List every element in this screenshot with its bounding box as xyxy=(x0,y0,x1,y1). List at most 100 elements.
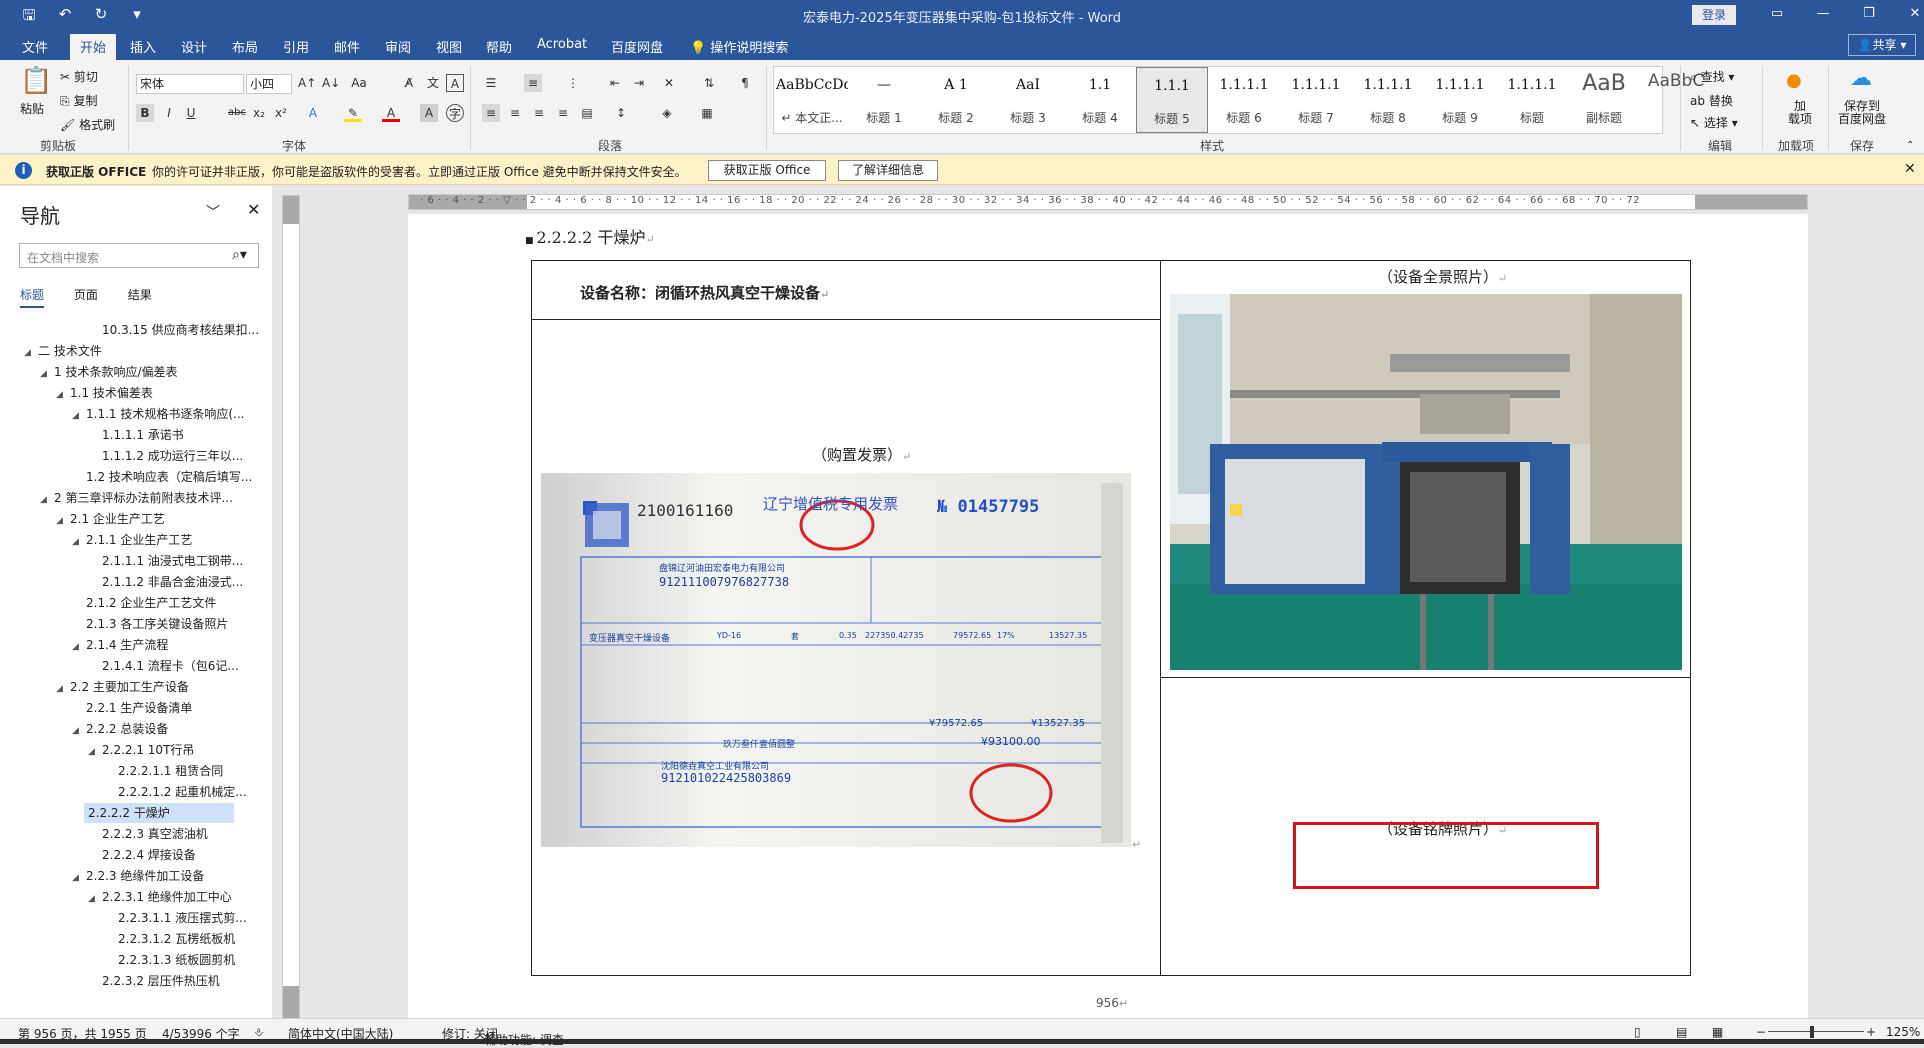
paste-button[interactable]: 粘贴 xyxy=(20,100,44,117)
style-4[interactable]: AaI 标题 3 xyxy=(992,67,1064,133)
numbering-icon[interactable]: ≡ xyxy=(524,74,542,92)
ribbon-display-icon[interactable]: ▭ xyxy=(1754,3,1800,25)
underline-icon[interactable]: U xyxy=(182,104,200,122)
nav-heading-item[interactable]: 2.2.3.1.1 液压摆式剪... xyxy=(0,908,260,928)
distributed-icon[interactable]: ▤ xyxy=(578,104,596,122)
phonetic-icon[interactable]: 文 xyxy=(424,74,442,92)
nav-heading-item[interactable]: ◢ 1 技术条款响应/偏差表 xyxy=(0,362,260,382)
nav-heading-item[interactable]: ◢ 2.2.3.1 绝缘件加工中心 xyxy=(0,887,260,907)
nav-heading-item[interactable]: 1.2 技术响应表（定稿后填写... xyxy=(0,467,260,487)
nav-heading-item[interactable]: 2.2.3.2 层压件热压机 xyxy=(0,971,260,991)
expand-arrow-icon[interactable]: ◢ xyxy=(72,868,86,886)
nav-options-icon[interactable]: ﹀ xyxy=(206,202,220,222)
tab-insert[interactable]: 插入 xyxy=(130,37,156,56)
tab-mailings[interactable]: 邮件 xyxy=(334,37,360,56)
nav-heading-item[interactable]: 2.1.2 企业生产工艺文件 xyxy=(0,593,260,613)
addins-button[interactable]: 加 载项 xyxy=(1788,100,1812,126)
zoom-thumb[interactable] xyxy=(1810,1026,1814,1038)
get-office-button[interactable]: 获取正版 Office xyxy=(708,160,826,181)
style-3[interactable]: A 1 标题 2 xyxy=(920,67,992,133)
align-center-icon[interactable]: ≡ xyxy=(506,104,524,122)
select-button[interactable]: ↖ 选择 ▾ xyxy=(1690,114,1738,131)
nav-heading-item[interactable]: 2.1.3 各工序关键设备照片 xyxy=(0,614,260,634)
tab-file[interactable]: 文件 xyxy=(22,37,48,56)
style-6[interactable]: 1.1.1 标题 5 xyxy=(1136,67,1208,133)
expand-arrow-icon[interactable]: ◢ xyxy=(56,385,70,403)
line-spacing-icon[interactable]: ↕ xyxy=(612,104,630,122)
nav-heading-item[interactable]: 2.2.1 生产设备清单 xyxy=(0,698,260,718)
tab-help[interactable]: 帮助 xyxy=(486,37,512,56)
style-5[interactable]: 1.1 标题 4 xyxy=(1064,67,1136,133)
chinese-layout-icon[interactable]: ✕ xyxy=(660,74,678,92)
italic-icon[interactable]: I xyxy=(160,104,178,122)
cut-button[interactable]: ✂ 剪切 xyxy=(60,68,98,85)
char-border-icon[interactable]: A xyxy=(446,74,464,92)
decrease-indent-icon[interactable]: ⇤ xyxy=(606,74,624,92)
section-heading[interactable]: ■ 2.2.2.2 干燥炉↵ xyxy=(525,224,655,248)
nav-heading-item[interactable]: ◢ 1.1.1 技术规格书逐条响应(... xyxy=(0,404,260,424)
invoice-image[interactable]: 2100161160 辽宁增值税专用发票 № 01457795 盘锦辽河油田宏泰… xyxy=(541,473,1131,847)
align-left-icon[interactable]: ≡ xyxy=(482,104,500,122)
change-case-icon[interactable]: Aa xyxy=(350,74,368,92)
nav-heading-item[interactable]: ◢ 2.1.4 生产流程 xyxy=(0,635,260,655)
show-marks-icon[interactable]: ¶ xyxy=(736,74,754,92)
copy-button[interactable]: ⎘ 复制 xyxy=(60,92,97,109)
bullets-icon[interactable]: ☰ xyxy=(482,74,500,92)
expand-arrow-icon[interactable]: ◢ xyxy=(40,490,54,508)
nav-heading-item[interactable]: ◢ 2.2 主要加工生产设备 xyxy=(0,677,260,697)
save-to-baidu-button[interactable]: 保存到 百度网盘 xyxy=(1838,100,1886,126)
replace-button[interactable]: ab 替换 xyxy=(1690,92,1733,109)
shading-icon[interactable]: ◈ xyxy=(658,104,676,122)
style-2[interactable]: — 标题 1 xyxy=(848,67,920,133)
nav-heading-item[interactable]: ◢ 2.2.3 绝缘件加工设备 xyxy=(0,866,260,886)
nav-heading-item[interactable]: 2.2.2.3 真空滤油机 xyxy=(0,824,260,844)
nav-heading-item[interactable]: ◢ 二 技术文件 xyxy=(0,341,260,361)
web-layout-icon[interactable]: ▦ xyxy=(1712,1025,1723,1039)
baidu-cloud-icon[interactable]: ☁ xyxy=(1850,66,1872,91)
expand-arrow-icon[interactable]: ◢ xyxy=(88,889,102,907)
tab-references[interactable]: 引用 xyxy=(283,37,309,56)
zoom-slider[interactable] xyxy=(1768,1031,1864,1032)
nav-tab-pages[interactable]: 页面 xyxy=(74,288,98,302)
nameplate-highlight-box[interactable] xyxy=(1293,822,1599,889)
increase-indent-icon[interactable]: ⇥ xyxy=(630,74,648,92)
expand-arrow-icon[interactable]: ◢ xyxy=(88,742,102,760)
nav-heading-item[interactable]: 2.2.3.1.2 瓦楞纸板机 xyxy=(0,929,260,949)
expand-arrow-icon[interactable]: ◢ xyxy=(72,721,86,739)
superscript-icon[interactable]: x² xyxy=(272,104,290,122)
expand-arrow-icon[interactable]: ◢ xyxy=(40,364,54,382)
shrink-font-icon[interactable]: A↓ xyxy=(322,74,340,92)
read-mode-icon[interactable]: ▯ xyxy=(1634,1025,1641,1039)
format-painter-button[interactable]: 🖌 格式刷 xyxy=(60,116,115,133)
font-size-select[interactable]: 小四 xyxy=(246,74,292,94)
tab-review[interactable]: 审阅 xyxy=(385,37,411,56)
nav-heading-item[interactable]: ◢ 2.2.2.1 10T行吊 xyxy=(0,740,260,760)
print-layout-icon[interactable]: ▤ xyxy=(1676,1025,1687,1039)
close-icon[interactable]: ✕ xyxy=(1892,3,1924,25)
tab-design[interactable]: 设计 xyxy=(181,37,207,56)
nav-heading-item[interactable]: 2.2.2.1.2 起重机械定... xyxy=(0,782,260,802)
nav-heading-item[interactable]: ◢ 2.1.1 企业生产工艺 xyxy=(0,530,260,550)
borders-icon[interactable]: ▦ xyxy=(698,104,716,122)
nav-heading-item[interactable]: ◢ 2.1 企业生产工艺 xyxy=(0,509,260,529)
spellcheck-icon[interactable]: ⎀ xyxy=(254,1025,264,1040)
nav-heading-item[interactable]: ◢ 1.1 技术偏差表 xyxy=(0,383,260,403)
strikethrough-icon[interactable]: abc xyxy=(228,104,246,122)
char-shading-icon[interactable]: A xyxy=(420,104,438,122)
expand-arrow-icon[interactable]: ◢ xyxy=(72,406,86,424)
subscript-icon[interactable]: x₂ xyxy=(250,104,268,122)
zoom-in-icon[interactable]: + xyxy=(1866,1025,1876,1039)
nav-heading-item[interactable]: 1.1.1.2 成功运行三年以... xyxy=(0,446,260,466)
zoom-out-icon[interactable]: − xyxy=(1756,1025,1766,1039)
share-button[interactable]: 👤共享 ▾ xyxy=(1848,34,1916,56)
close-warning-icon[interactable]: ✕ xyxy=(1904,161,1916,177)
tab-acrobat[interactable]: Acrobat xyxy=(537,37,587,52)
enclose-char-icon[interactable]: 字 xyxy=(446,104,464,122)
nav-heading-item[interactable]: 2.2.3.1.3 纸板圆剪机 xyxy=(0,950,260,970)
nav-heading-item[interactable]: 2.2.2.1.1 租赁合同 xyxy=(0,761,260,781)
justify-icon[interactable]: ≡ xyxy=(554,104,572,122)
style-7[interactable]: 1.1.1.1 标题 6 xyxy=(1208,67,1280,133)
nav-search-input[interactable]: 在文档中搜索 ⌕▾ xyxy=(19,243,259,268)
highlight-icon[interactable]: ✎ xyxy=(344,104,362,122)
login-button[interactable]: 登录 xyxy=(1692,5,1736,25)
